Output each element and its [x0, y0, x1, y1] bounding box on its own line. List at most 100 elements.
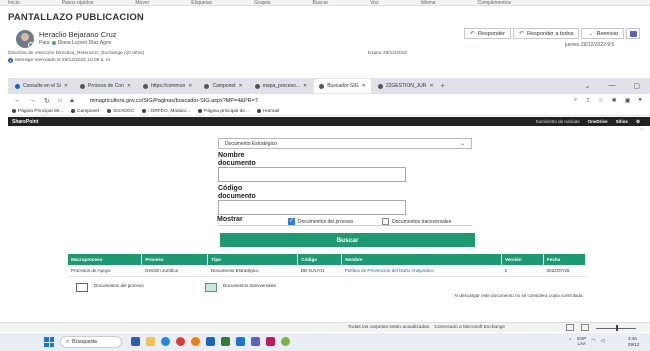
edge-icon[interactable]: [161, 337, 170, 346]
chevron-down-icon[interactable]: ⌄: [585, 82, 591, 90]
bookmark-item[interactable]: Página Principal Mi...: [12, 109, 63, 114]
search-icon[interactable]: ⌕: [574, 97, 577, 104]
teams-button[interactable]: [626, 28, 641, 39]
minimize-icon[interactable]: —: [608, 82, 615, 90]
sites-link[interactable]: Sitios: [616, 119, 628, 125]
reply-all-button[interactable]: ↶ Responder a todos: [512, 28, 580, 39]
column-header[interactable]: Código: [297, 254, 343, 265]
ribbon-item[interactable]: Idioma: [420, 0, 435, 5]
home-icon[interactable]: ⌂: [58, 97, 62, 104]
legend-transversales: Documentos transversales: [205, 283, 276, 292]
maximize-icon[interactable]: ▢: [633, 82, 640, 90]
to-label: Para: [39, 40, 50, 46]
close-icon[interactable]: ✕: [303, 83, 307, 89]
ribbon-item[interactable]: Mover: [135, 0, 149, 5]
outlook-statusbar: Todas las carpetas están actualizadas. C…: [0, 322, 650, 332]
checkbox-icon[interactable]: [382, 218, 389, 225]
ribbon-item[interactable]: Complementos: [477, 0, 511, 5]
browser-tab[interactable]: Consulte en el Si ✕: [10, 80, 73, 92]
column-header[interactable]: Versión: [501, 254, 544, 265]
taskbar-clock[interactable]: 3:46 29/12: [628, 336, 639, 347]
browser-tab[interactable]: mapa_proceso... ✕: [250, 80, 312, 92]
file-explorer-icon[interactable]: [146, 337, 155, 346]
windows-start-icon[interactable]: [44, 337, 54, 347]
forward-button[interactable]: → Reenviar: [581, 28, 625, 39]
reload-icon[interactable]: ↻: [44, 97, 50, 105]
outlook-icon[interactable]: [206, 337, 215, 346]
bookmark-item[interactable]: ::ORFEO, Módulo...: [142, 109, 190, 114]
tab-label: Proceso de Con: [88, 83, 124, 89]
column-header[interactable]: Nombre: [341, 254, 503, 265]
bookmark-item[interactable]: Hotmail: [256, 109, 279, 114]
app-icon[interactable]: [266, 337, 275, 346]
document-link[interactable]: Política de Prevención del Daño Antijurí…: [345, 268, 434, 273]
checkbox-transversales[interactable]: Documentos transversales: [382, 218, 451, 225]
extensions-icon[interactable]: ✱: [612, 97, 617, 104]
sharepoint-title[interactable]: SharePoint: [12, 119, 38, 125]
back-icon[interactable]: ←: [14, 97, 21, 104]
star-icon[interactable]: ☆: [598, 97, 603, 104]
teams-icon[interactable]: [251, 337, 260, 346]
chevron-up-icon[interactable]: ⌃: [568, 338, 572, 344]
forward-icon[interactable]: →: [29, 97, 36, 104]
language-indicator[interactable]: ESP LAA: [577, 336, 586, 346]
taskbar-search[interactable]: ⌕ Búsqueda: [60, 336, 122, 348]
lock-icon[interactable]: 🔒︎: [70, 97, 74, 105]
share-icon[interactable]: ⇪: [585, 97, 590, 104]
recipient-name[interactable]: Diana Lucero Diaz Agon: [58, 40, 112, 46]
volume-icon[interactable]: ◁: [601, 338, 605, 344]
site-icon: [319, 83, 325, 89]
url-field[interactable]: minagricultura.gov.co/SIG/Paginas/buscad…: [90, 98, 258, 104]
ribbon-item[interactable]: Buscar: [313, 0, 329, 5]
onedrive-link[interactable]: OneDrive: [588, 119, 608, 125]
nombre-input[interactable]: [218, 167, 406, 182]
profile-icon[interactable]: ●: [638, 97, 642, 104]
view-normal-icon[interactable]: [566, 324, 574, 331]
bookmark-item[interactable]: Página principal de...: [198, 109, 249, 114]
browser-tab[interactable]: Camponet ✕: [199, 80, 247, 92]
new-tab-icon[interactable]: +: [441, 83, 445, 90]
checkbox-proceso[interactable]: Documentos del proceso: [288, 217, 353, 225]
close-icon[interactable]: ✕: [127, 83, 131, 89]
reply-button[interactable]: ↶ Responder: [464, 28, 511, 39]
browser-tab-active[interactable]: Buscador-SIG ✕: [314, 79, 371, 93]
column-header[interactable]: Tipo: [207, 254, 299, 265]
codigo-input[interactable]: [218, 200, 406, 215]
close-icon[interactable]: ✕: [239, 83, 243, 89]
column-header[interactable]: Macroproceso: [68, 254, 143, 265]
bookmark-item[interactable]: Camponet: [71, 109, 99, 114]
app-icon[interactable]: [281, 337, 290, 346]
browser-tab[interactable]: https://commun ✕: [138, 80, 197, 92]
news-feed-link[interactable]: Suministro de noticias: [536, 119, 580, 125]
checkbox-checked-icon[interactable]: [288, 217, 295, 225]
settings-icon[interactable]: ⚙: [636, 119, 640, 125]
close-icon[interactable]: ✕: [429, 83, 433, 89]
browser-tab[interactable]: Proceso de Con ✕: [75, 80, 136, 92]
sender-avatar[interactable]: [16, 30, 34, 48]
zoom-thumb[interactable]: [616, 325, 618, 331]
sender-name[interactable]: Heraclio Bejarano Cruz: [39, 30, 117, 39]
bookmark-item[interactable]: SOADOC: [107, 109, 134, 114]
ribbon-item[interactable]: Inicio: [8, 0, 20, 5]
close-icon[interactable]: ✕: [64, 83, 68, 89]
close-icon[interactable]: ✕: [362, 83, 366, 89]
buscar-button[interactable]: Buscar: [220, 233, 475, 247]
column-header[interactable]: Fecha: [543, 254, 587, 265]
word-icon[interactable]: [236, 337, 245, 346]
ribbon-item[interactable]: Voz: [370, 0, 378, 5]
excel-icon[interactable]: [221, 337, 230, 346]
firefox-icon[interactable]: [191, 337, 200, 346]
close-icon[interactable]: ✕: [188, 83, 192, 89]
column-header[interactable]: Proceso: [141, 254, 209, 265]
ribbon-item[interactable]: Etiquetas: [191, 0, 212, 5]
ribbon-item[interactable]: Pasos rápidos: [62, 0, 94, 5]
follow-star-icon[interactable]: ☆: [640, 127, 644, 133]
wifi-icon[interactable]: ◠: [591, 338, 595, 344]
chrome-icon[interactable]: [176, 337, 185, 346]
browser-tab[interactable]: 22GESTION_JUR ✕: [373, 80, 439, 92]
task-view-icon[interactable]: [131, 337, 140, 346]
view-reading-icon[interactable]: [581, 324, 589, 331]
ribbon-item[interactable]: Grupos: [254, 0, 270, 5]
sidebar-icon[interactable]: ▣: [625, 97, 631, 104]
document-type-select[interactable]: Documento Estratégico ⌄: [218, 138, 472, 149]
